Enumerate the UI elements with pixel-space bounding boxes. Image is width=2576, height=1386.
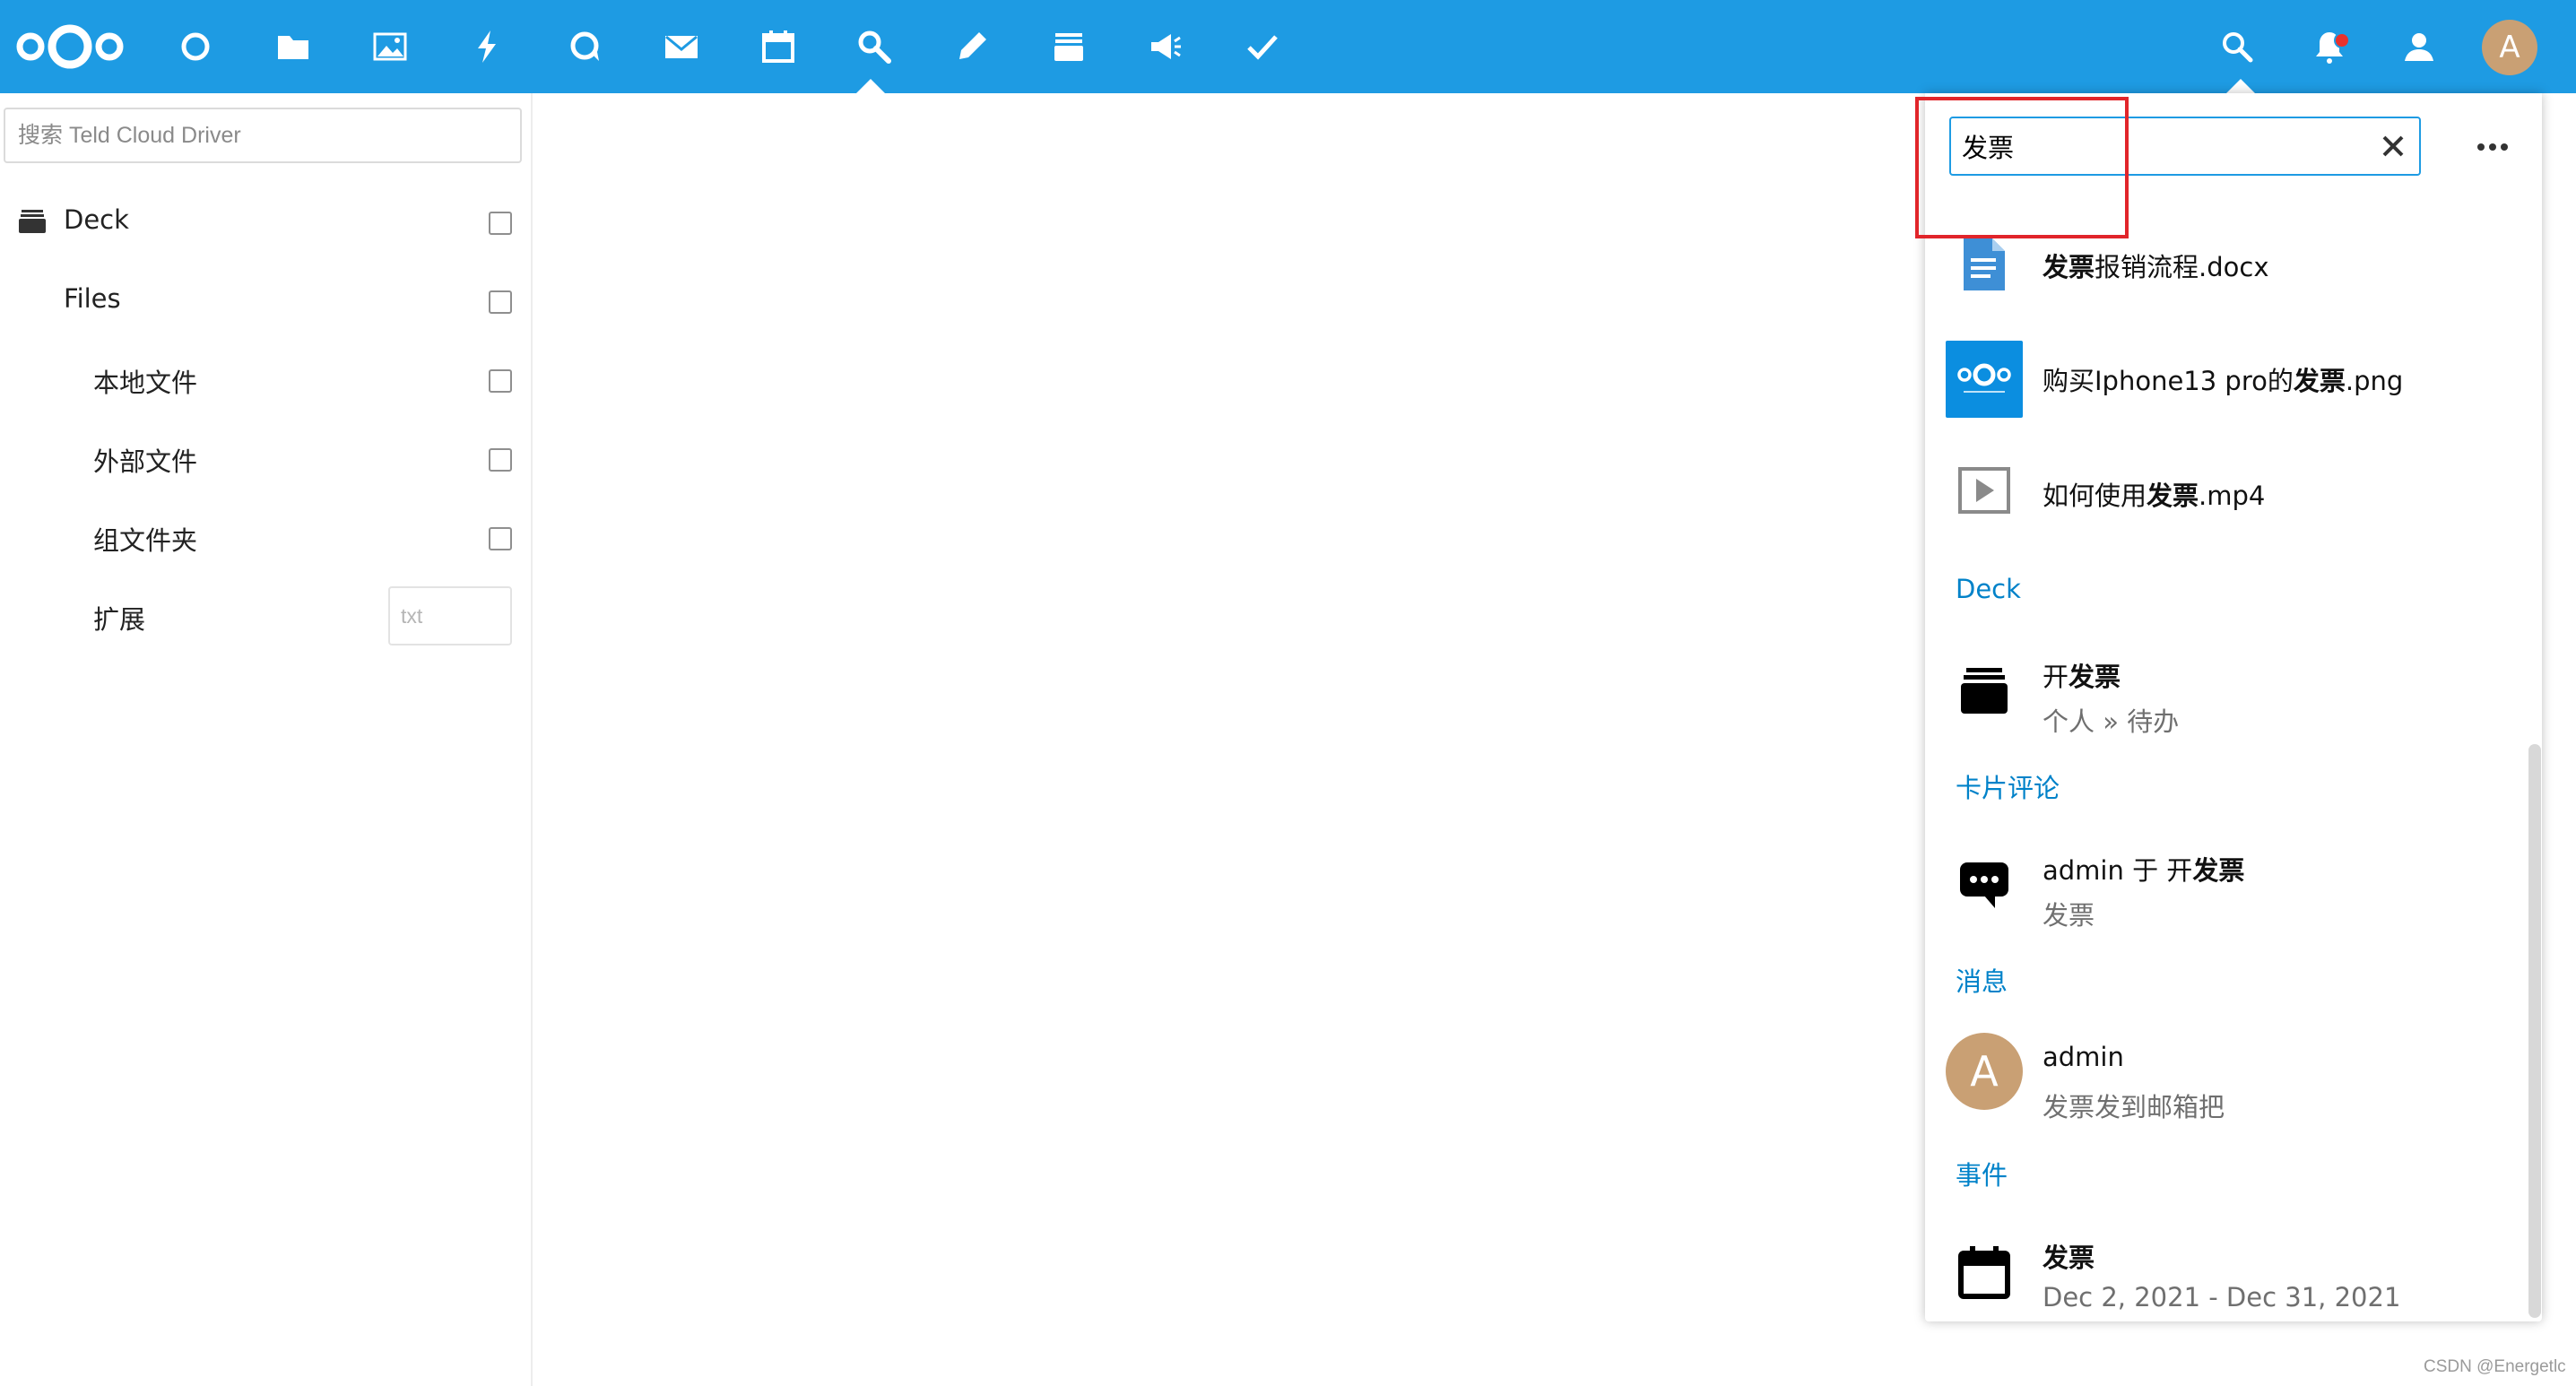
search-result-file[interactable]: 发票报销流程.docx (1926, 226, 2518, 326)
mail-icon[interactable] (659, 24, 704, 69)
tasks-icon[interactable] (1240, 24, 1285, 69)
comment-icon (1946, 846, 2023, 923)
nextcloud-logo[interactable] (13, 20, 129, 74)
deck-icon (1946, 653, 2023, 730)
result-subtitle: 个人 » 待办 (2043, 706, 2180, 737)
result-title: 如何使用发票.mp4 (2043, 481, 2266, 511)
search-result-comment[interactable]: admin 于 开发票 发票 (1926, 839, 2518, 936)
panel-scrollbar[interactable] (2528, 744, 2541, 1318)
image-thumbnail (1946, 341, 2023, 418)
sidebar-item-deck[interactable]: Deck (0, 183, 531, 262)
result-title: 开发票 (2043, 662, 2121, 692)
search-result-event[interactable]: 发票 Dec 2, 2021 - Dec 31, 2021 (1926, 1226, 2518, 1323)
search-result-message[interactable]: A admin 发票发到邮箱把 (1926, 1033, 2518, 1130)
sidebar-filter-input[interactable] (4, 108, 522, 163)
result-subtitle: 发票发到邮箱把 (2043, 1092, 2225, 1122)
sidebar-checkbox[interactable] (489, 448, 512, 472)
sidebar-item-label: Deck (64, 204, 129, 235)
search-open-indicator (2226, 79, 2255, 93)
deck-icon[interactable] (1046, 24, 1091, 69)
talk-icon[interactable] (562, 24, 607, 69)
activity-icon[interactable] (464, 24, 509, 69)
highlight-annotation-box (1915, 97, 2129, 238)
sidebar-item-external-files[interactable]: 外部文件 (0, 420, 531, 498)
sidebar-item-group-folders[interactable]: 组文件夹 (0, 498, 531, 577)
ellipsis-icon (2477, 143, 2508, 151)
search-result-file[interactable]: 如何使用发票.mp4 (1926, 448, 2518, 549)
search-result-deck-card[interactable]: 开发票 个人 » 待办 (1926, 645, 2518, 742)
avatar-letter: A (1946, 1033, 2023, 1110)
user-avatar[interactable]: A (2482, 20, 2537, 75)
document-icon (1946, 226, 2023, 303)
result-title: 购买Iphone13 pro的发票.png (2043, 366, 2404, 396)
clear-search-button[interactable] (2372, 126, 2414, 167)
announcements-icon[interactable] (1143, 24, 1188, 69)
section-header-card-comments: 卡片评论 (1956, 773, 2060, 803)
section-header-deck: Deck (1956, 574, 2021, 604)
files-icon[interactable] (271, 24, 316, 69)
sidebar-item-files[interactable]: Files (0, 262, 531, 341)
search-result-file[interactable]: 购买Iphone13 pro的发票.png (1926, 334, 2518, 434)
search-icon[interactable] (2215, 24, 2259, 69)
result-title: admin 于 开发票 (2043, 855, 2245, 886)
section-header-events: 事件 (1956, 1160, 2008, 1191)
section-header-messages: 消息 (1956, 966, 2008, 997)
watermark: CSDN @Energetlc (2424, 1357, 2566, 1376)
sidebar-checkbox[interactable] (489, 212, 512, 235)
sidebar-item-extension: 扩展 (0, 577, 531, 656)
result-title: admin (2043, 1042, 2124, 1072)
search-app-icon[interactable] (852, 24, 897, 69)
sidebar-item-label: 扩展 (93, 604, 146, 635)
top-header: A (0, 0, 2576, 93)
result-subtitle: 发票 (2043, 900, 2095, 931)
photos-icon[interactable] (368, 24, 412, 69)
more-options-button[interactable] (2468, 122, 2518, 172)
result-title: 发票报销流程.docx (2043, 252, 2269, 282)
calendar-icon (1946, 1234, 2023, 1311)
dashboard-icon[interactable] (173, 24, 218, 69)
active-app-indicator (856, 79, 885, 93)
sidebar-item-label: 组文件夹 (93, 525, 198, 556)
close-icon (2382, 135, 2404, 157)
sidebar-checkbox[interactable] (489, 527, 512, 550)
notification-dot (2334, 32, 2350, 48)
calendar-icon[interactable] (756, 24, 801, 69)
contacts-icon[interactable] (2397, 24, 2442, 69)
result-subtitle: Dec 2, 2021 - Dec 31, 2021 (2043, 1282, 2401, 1312)
extension-input[interactable] (388, 586, 512, 645)
result-title: 发票 (2043, 1243, 2095, 1273)
sidebar-item-label: 本地文件 (93, 368, 198, 398)
deck-icon (18, 208, 47, 238)
video-icon (1946, 452, 2023, 529)
sidebar-checkbox[interactable] (489, 290, 512, 314)
sidebar-item-local-files[interactable]: 本地文件 (0, 341, 531, 420)
notes-icon[interactable] (950, 24, 994, 69)
sidebar-checkbox[interactable] (489, 369, 512, 393)
avatar: A (1946, 1033, 2023, 1110)
sidebar-item-label: Files (64, 283, 121, 314)
sidebar-item-label: 外部文件 (93, 446, 198, 477)
